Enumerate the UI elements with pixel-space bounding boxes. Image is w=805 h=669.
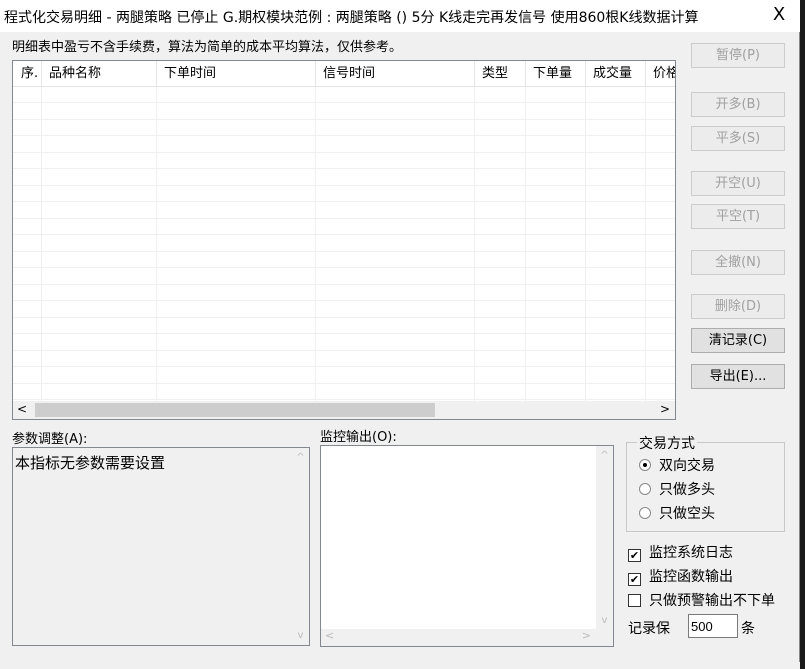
table-row	[13, 236, 675, 252]
column-divider	[41, 87, 42, 401]
action-button[interactable]: 删除(D)	[691, 294, 785, 319]
option-checkbox[interactable]: 只做预警输出不下单	[628, 590, 775, 610]
column-divider	[525, 87, 526, 401]
scroll-thumb[interactable]	[35, 403, 435, 417]
records-label: 记录保	[628, 621, 670, 637]
records-unit: 条	[741, 621, 755, 637]
column-header[interactable]: 下单量	[526, 61, 586, 87]
checkbox-icon[interactable]: ✔	[628, 549, 641, 562]
table-row	[13, 384, 675, 400]
params-box[interactable]: 本指标无参数需要设置 ^ v	[12, 447, 310, 646]
column-divider	[585, 87, 586, 401]
column-divider	[315, 87, 316, 401]
option-checkbox[interactable]: ✔ 监控系统日志	[628, 542, 733, 562]
table-row	[13, 302, 675, 318]
table-row	[13, 137, 675, 153]
action-button[interactable]: 全撤(N)	[691, 250, 785, 275]
radio-label: 只做空头	[659, 506, 715, 522]
monitor-output[interactable]: ^ v < >	[320, 445, 614, 647]
column-header[interactable]: 品种名称	[42, 61, 157, 87]
column-header[interactable]: 下单时间	[157, 61, 316, 87]
trade-mode-radio[interactable]: 只做多头	[639, 479, 715, 499]
params-text: 本指标无参数需要设置	[15, 454, 166, 472]
close-button[interactable]: X	[768, 4, 790, 25]
trade-mode-group: 交易方式 双向交易只做多头只做空头	[626, 433, 785, 532]
radio-label: 只做多头	[659, 482, 715, 498]
scroll-right-icon[interactable]: >	[660, 402, 670, 416]
table-row	[13, 318, 675, 334]
radio-label: 双向交易	[659, 458, 715, 474]
params-label: 参数调整(A):	[12, 432, 88, 447]
table-row	[13, 87, 675, 103]
table-row	[13, 153, 675, 169]
params-scrollbar[interactable]: ^ v	[292, 448, 309, 645]
trade-mode-label: 交易方式	[637, 433, 697, 453]
checkbox-label: 只做预警输出不下单	[649, 593, 775, 609]
column-divider	[474, 87, 475, 401]
column-header[interactable]: 价格	[646, 61, 675, 87]
option-checkbox[interactable]: ✔ 监控函数输出	[628, 566, 733, 586]
column-divider	[645, 87, 646, 401]
records-input[interactable]	[688, 614, 738, 638]
radio-icon[interactable]	[639, 507, 651, 519]
background-window	[800, 0, 805, 669]
column-divider	[156, 87, 157, 401]
table-row	[13, 351, 675, 367]
monitor-label: 监控输出(O):	[320, 430, 397, 445]
monitor-hscroll[interactable]: < >	[321, 629, 613, 646]
checkbox-label: 监控函数输出	[649, 569, 733, 585]
table-row	[13, 219, 675, 235]
action-button[interactable]: 开多(B)	[691, 92, 785, 117]
table-row	[13, 252, 675, 268]
column-header[interactable]: 序.	[13, 61, 42, 87]
window-title: 程式化交易明细 - 两腿策略 已停止 G.期权模块范例 : 两腿策略 () 5分…	[4, 10, 699, 26]
table-row	[13, 186, 675, 202]
column-header[interactable]: 成交量	[586, 61, 646, 87]
table-row	[13, 120, 675, 136]
monitor-vscroll[interactable]: ^ v	[596, 446, 613, 630]
radio-icon[interactable]	[639, 459, 651, 471]
checkbox-icon[interactable]: ✔	[628, 573, 641, 586]
trade-mode-radio[interactable]: 双向交易	[639, 455, 715, 475]
table-row	[13, 269, 675, 285]
table-row	[13, 203, 675, 219]
table-row	[13, 368, 675, 384]
column-header[interactable]: 信号时间	[316, 61, 475, 87]
table-row	[13, 335, 675, 351]
action-button[interactable]: 平多(S)	[691, 126, 785, 151]
title-bar: 程式化交易明细 - 两腿策略 已停止 G.期权模块范例 : 两腿策略 () 5分…	[0, 0, 800, 32]
action-button[interactable]: 平空(T)	[691, 204, 785, 229]
table-row	[13, 170, 675, 186]
notice-text: 明细表中盈亏不含手续费，算法为简单的成本平均算法，仅供参考。	[12, 40, 403, 55]
checkbox-icon[interactable]	[628, 594, 641, 607]
action-button[interactable]: 暂停(P)	[691, 43, 785, 68]
radio-icon[interactable]	[639, 483, 651, 495]
trade-mode-radio[interactable]: 只做空头	[639, 503, 715, 523]
checkbox-label: 监控系统日志	[649, 545, 733, 561]
table-row	[13, 285, 675, 301]
action-button[interactable]: 开空(U)	[691, 171, 785, 196]
column-header[interactable]: 类型	[475, 61, 526, 87]
action-button[interactable]: 导出(E)...	[691, 364, 785, 389]
table-row	[13, 104, 675, 120]
scroll-left-icon[interactable]: <	[17, 402, 27, 416]
action-button[interactable]: 清记录(C)	[691, 328, 785, 353]
trade-table[interactable]: 序.品种名称下单时间信号时间类型下单量成交量价格 < >	[12, 60, 676, 420]
horizontal-scrollbar[interactable]: < >	[13, 401, 675, 419]
